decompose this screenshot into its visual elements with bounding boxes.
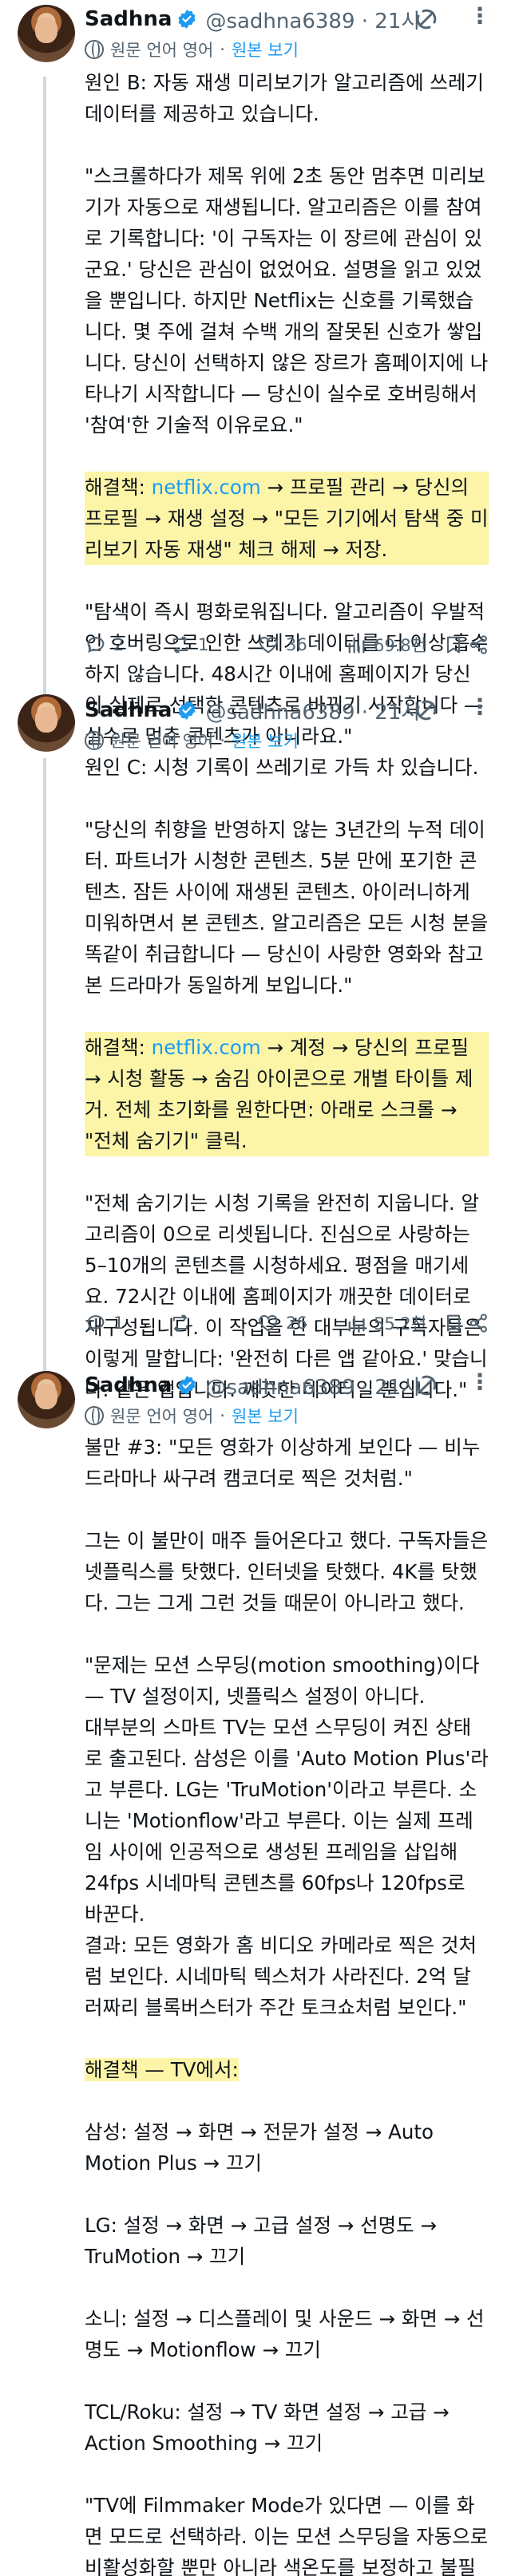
paragraph: 불만 #3: "모든 영화가 이상하게 보인다 — 비누 드라마나 싸구려 캠코… xyxy=(85,1436,487,1490)
reply-icon xyxy=(87,637,105,654)
avatar[interactable] xyxy=(18,694,75,752)
author-name[interactable]: Sadhna xyxy=(85,7,172,31)
like-icon xyxy=(259,636,278,654)
translate-icon xyxy=(85,731,104,750)
tv-setting: TCL/Roku: 설정 → TV 화면 설정 → 고급 → Action Sm… xyxy=(85,2400,456,2455)
fix-label: 해결책 — TV에서: xyxy=(85,2058,239,2081)
translate-icon xyxy=(85,40,104,59)
reply-button[interactable]: 2 xyxy=(85,634,124,656)
more-icon[interactable]: ⋮ xyxy=(468,696,492,723)
like-icon xyxy=(259,1314,278,1332)
grok-icon[interactable] xyxy=(414,6,442,32)
paragraph: 원인 B: 자동 재생 미리보기가 알고리즘에 쓰레기 데이터를 제공하고 있습… xyxy=(85,71,490,125)
tv-setting: LG: 설정 → 화면 → 고급 설정 → 선명도 → TruMotion → … xyxy=(85,2214,443,2268)
bookmark-icon xyxy=(446,1314,461,1332)
author-name[interactable]: Sadhna xyxy=(85,1373,172,1397)
view-count: 69.8천 xyxy=(374,636,427,655)
tweet-text: 불만 #3: "모든 영화가 이상하게 보인다 — 비누 드라마나 싸구려 캠코… xyxy=(85,1432,489,2576)
avatar[interactable] xyxy=(18,5,75,62)
bookmark-button[interactable] xyxy=(442,1312,471,1334)
show-original-link[interactable]: 원본 보기 xyxy=(232,1404,299,1428)
paragraph: "TV에 Filmmaker Mode가 있다면 — 이를 화면 모드로 선택하… xyxy=(85,2494,489,2576)
repost-icon xyxy=(172,636,188,654)
repost-icon xyxy=(172,1314,188,1332)
translated-from-label: 원문 언어 영어 xyxy=(110,41,214,60)
paragraph: 원인 C: 시청 기록이 쓰레기로 가득 차 있습니다. xyxy=(85,756,479,779)
grok-icon[interactable] xyxy=(414,1373,442,1398)
views-button[interactable]: 69.8천 xyxy=(345,633,426,657)
netflix-link[interactable]: netflix.com xyxy=(152,476,261,499)
like-button[interactable]: 26 xyxy=(257,1312,307,1334)
like-count: 36 xyxy=(286,635,307,654)
translate-icon xyxy=(85,1406,104,1425)
fix-paragraph: 해결책: netflix.com → 계정 → 당신의 프로필 → 시청 활동 … xyxy=(85,1032,489,1156)
reply-icon xyxy=(87,1315,105,1332)
translated-from-label: 원문 언어 영어 xyxy=(110,1407,214,1426)
translated-from-label: 원문 언어 영어 xyxy=(110,732,214,751)
views-button[interactable]: 55.2천 xyxy=(345,1311,426,1335)
verified-icon xyxy=(178,1376,196,1395)
show-original-link[interactable]: 원본 보기 xyxy=(232,729,299,753)
share-icon xyxy=(469,1314,487,1333)
paragraph: "당신의 취향을 반영하지 않는 3년간의 누적 데이터. 파트너가 시청한 콘… xyxy=(85,818,495,997)
like-button[interactable]: 36 xyxy=(257,634,307,656)
repost-count: 1 xyxy=(198,635,209,654)
thread-line xyxy=(43,758,46,1366)
views-icon xyxy=(348,1315,365,1332)
author-handle[interactable]: @sadhna6389 · 21시 xyxy=(205,5,420,34)
tweet-actions: 2 1 36 69.8천 xyxy=(85,629,492,661)
author-name[interactable]: Sadhna xyxy=(85,698,172,722)
paragraph: "스크롤하다가 제목 위에 2초 동안 멈추면 미리보기가 자동으로 재생됩니다… xyxy=(85,164,489,437)
bookmark-icon xyxy=(446,636,461,654)
verified-icon xyxy=(178,701,196,720)
views-icon xyxy=(348,637,365,654)
grok-icon[interactable] xyxy=(414,697,442,723)
tweet-actions: 1 26 55.2천 xyxy=(85,1307,492,1339)
show-original-link[interactable]: 원본 보기 xyxy=(232,38,299,61)
avatar[interactable] xyxy=(18,1371,75,1428)
more-icon[interactable]: ⋮ xyxy=(468,5,492,32)
tweet-1[interactable]: Sadhna @sadhna6389 · 21시 ⋮ 원문 언어 영어 · 원본… xyxy=(0,0,511,748)
author-handle[interactable]: @sadhna6389 · 21시 xyxy=(205,696,420,725)
paragraph: 그는 이 불만이 매주 들어온다고 했다. 구독자들은 넷플릭스를 탓했다. 인… xyxy=(85,1529,495,1614)
share-button[interactable] xyxy=(468,634,497,656)
thread-feed: Sadhna @sadhna6389 · 21시 ⋮ 원문 언어 영어 · 원본… xyxy=(0,0,511,2576)
tweet-2[interactable]: Sadhna @sadhna6389 · 21시 ⋮ 원문 언어 영어 · 원본… xyxy=(0,688,511,1401)
paragraph: "문제는 모션 스무딩(motion smoothing)이다 — TV 설정이… xyxy=(85,1653,489,2019)
author-handle[interactable]: @sadhna6389 · 21시 xyxy=(205,1371,420,1401)
more-icon[interactable]: ⋮ xyxy=(468,1371,492,1398)
reply-button[interactable]: 1 xyxy=(85,1312,124,1334)
netflix-link[interactable]: netflix.com xyxy=(152,1036,261,1059)
reply-count: 2 xyxy=(113,635,125,654)
tv-setting: 삼성: 설정 → 화면 → 전문가 설정 → Auto Motion Plus … xyxy=(85,2120,440,2175)
tweet-3[interactable]: Sadhna @sadhna6389 · 21시 ⋮ 원문 언어 영어 · 원본… xyxy=(0,1366,511,2576)
bookmark-button[interactable] xyxy=(442,634,471,656)
like-count: 26 xyxy=(286,1314,307,1333)
reply-count: 1 xyxy=(113,1314,125,1333)
fix-paragraph: 해결책: netflix.com → 프로필 관리 → 당신의 프로필 → 재생… xyxy=(85,472,489,565)
share-icon xyxy=(469,635,487,654)
thread-line xyxy=(43,688,46,694)
thread-line xyxy=(43,77,46,688)
tv-setting: 소니: 설정 → 디스플레이 및 사운드 → 화면 → 선명도 → Motion… xyxy=(85,2307,485,2361)
view-count: 55.2천 xyxy=(374,1314,427,1333)
verified-icon xyxy=(178,10,196,29)
repost-button[interactable]: 1 xyxy=(169,634,208,656)
share-button[interactable] xyxy=(468,1312,497,1334)
repost-button[interactable] xyxy=(169,1312,198,1334)
